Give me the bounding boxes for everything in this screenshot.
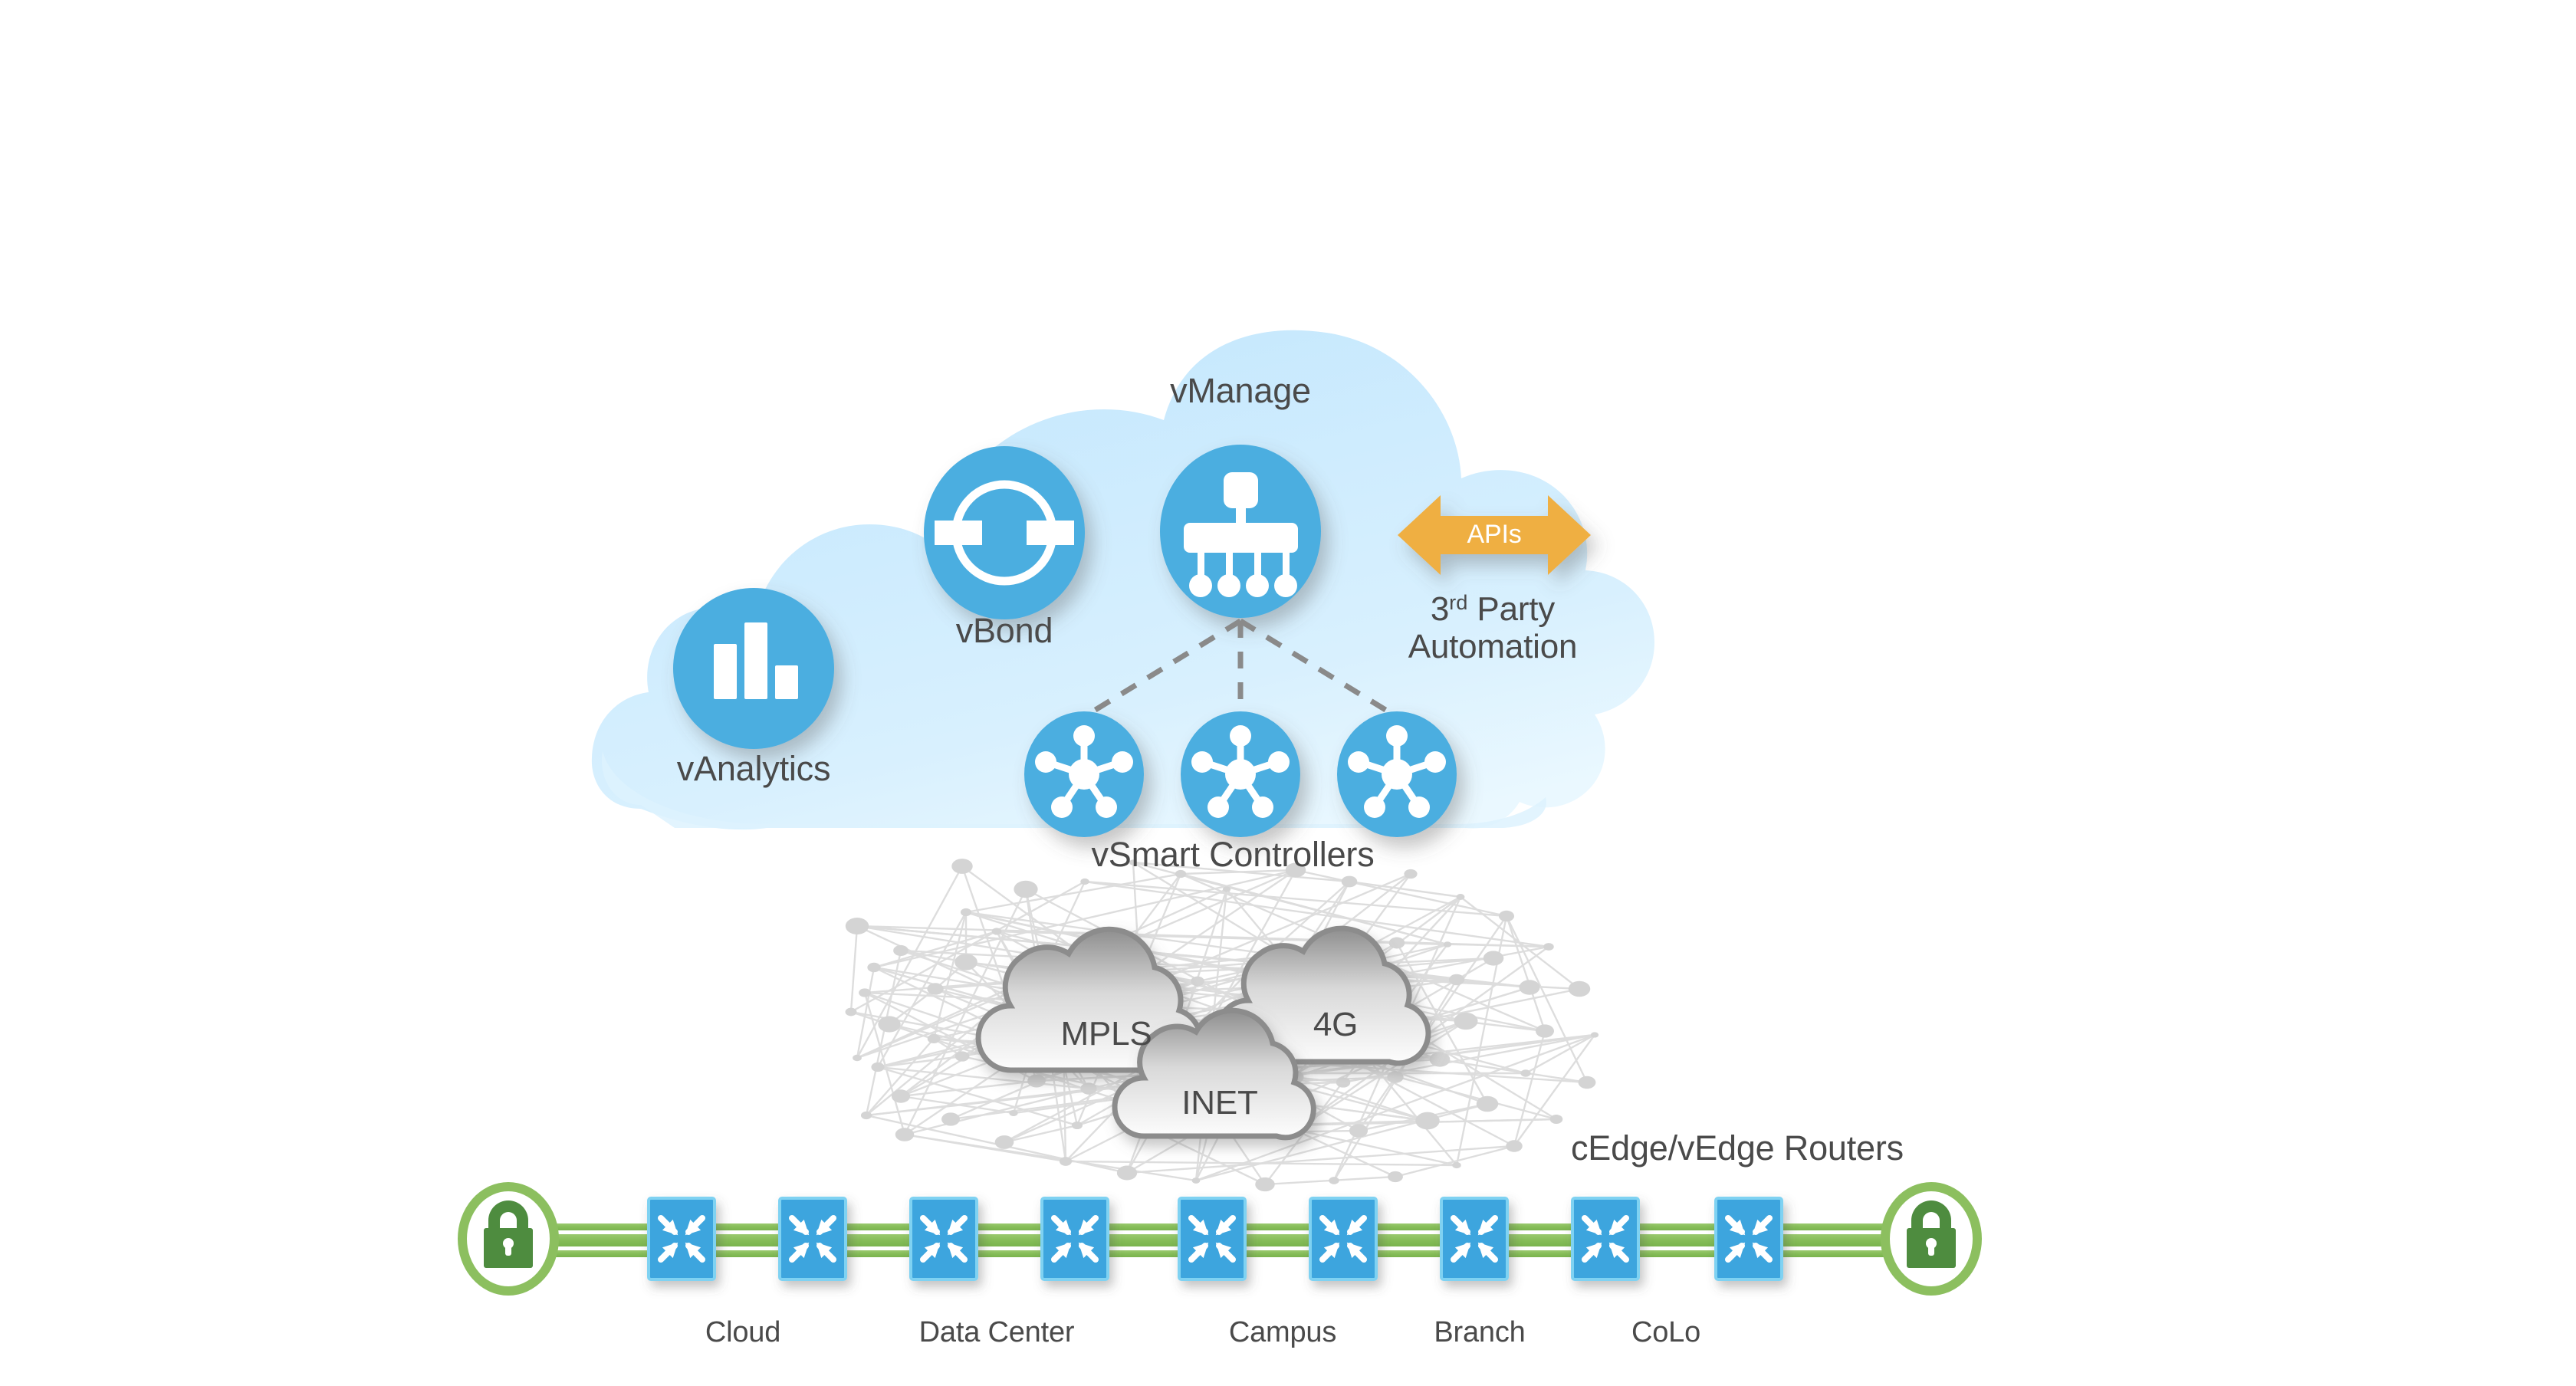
- vsmart-controller-1[interactable]: [1024, 711, 1144, 837]
- lock-node-left[interactable]: [458, 1182, 559, 1296]
- lock-node-right[interactable]: [1881, 1182, 1982, 1296]
- sdwan-architecture-diagram: vManage vBond vAnalytics vSmart Controll…: [0, 0, 2576, 1386]
- vmanage-vsmart-links: [1083, 619, 1398, 719]
- site-campus-label: Campus: [1228, 1316, 1337, 1348]
- edge-router-row: [647, 1197, 1783, 1281]
- router-node[interactable]: [647, 1197, 716, 1281]
- site-cloud-label: Cloud: [705, 1316, 781, 1348]
- vanalytics-node[interactable]: [673, 588, 834, 749]
- apis-label: APIs: [1467, 520, 1522, 549]
- router-node[interactable]: [1040, 1197, 1109, 1281]
- cloud-4g-label: 4G: [1313, 1006, 1359, 1043]
- site-data-center-label: Data Center: [918, 1316, 1075, 1348]
- vmanage-node[interactable]: [1160, 445, 1321, 618]
- dashed-link-3: [1239, 619, 1398, 719]
- router-node[interactable]: [909, 1197, 978, 1281]
- site-colo-label: CoLo: [1631, 1316, 1701, 1348]
- lock-icon: [484, 1200, 533, 1268]
- inet-label: INET: [1181, 1084, 1258, 1122]
- mpls-label: MPLS: [1060, 1015, 1152, 1053]
- router-node[interactable]: [1571, 1197, 1640, 1281]
- router-node[interactable]: [1440, 1197, 1509, 1281]
- lock-icon: [1907, 1200, 1956, 1268]
- router-node[interactable]: [1309, 1197, 1378, 1281]
- router-node[interactable]: [1714, 1197, 1783, 1281]
- dashed-link-1: [1083, 619, 1242, 719]
- vsmart-controller-2[interactable]: [1181, 711, 1300, 837]
- router-node[interactable]: [778, 1197, 847, 1281]
- vsmart-controller-3[interactable]: [1337, 711, 1457, 837]
- router-node[interactable]: [1178, 1197, 1247, 1281]
- vbond-node[interactable]: [924, 446, 1085, 619]
- site-branch-label: Branch: [1434, 1316, 1526, 1348]
